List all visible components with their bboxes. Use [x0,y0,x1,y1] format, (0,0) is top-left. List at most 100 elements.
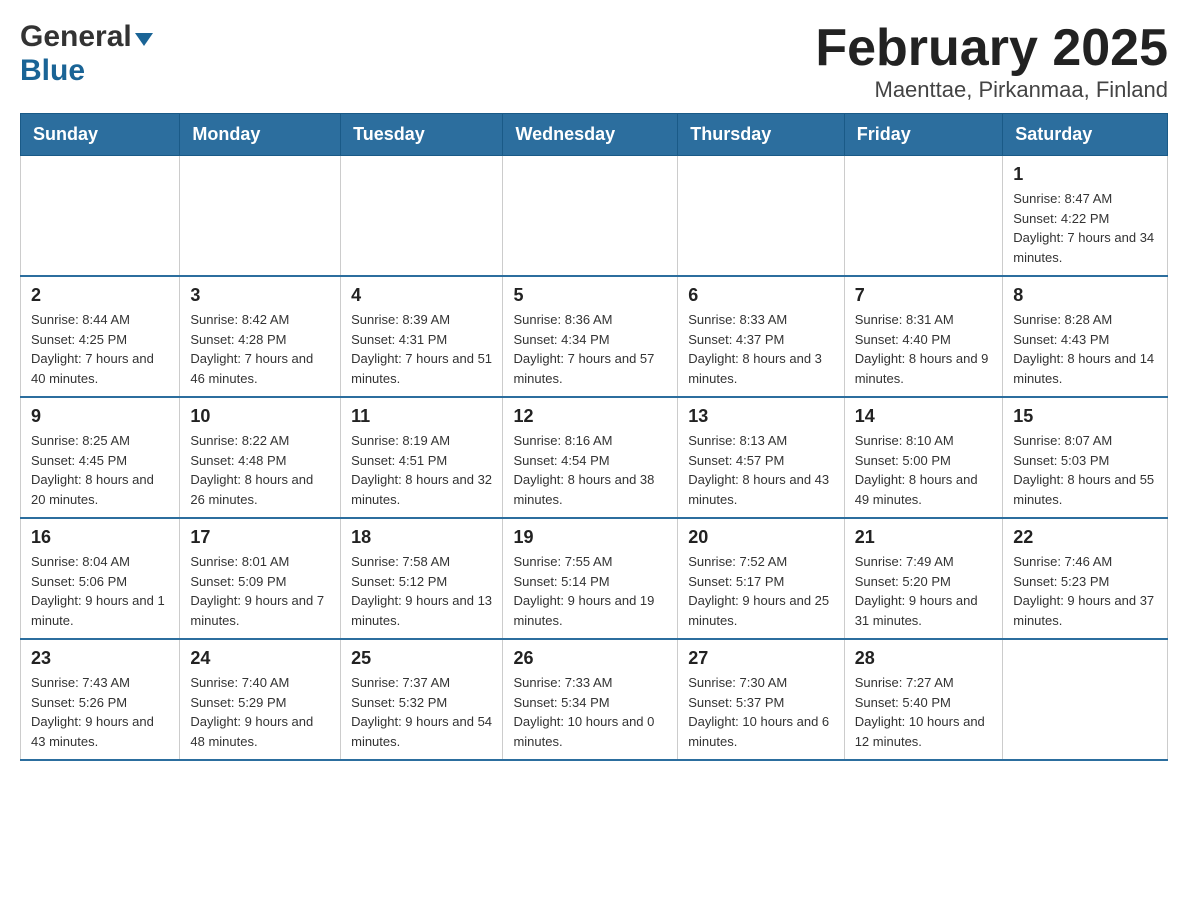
day-info: Sunrise: 7:43 AM Sunset: 5:26 PM Dayligh… [31,673,169,751]
page-header: General Blue February 2025 Maenttae, Pir… [20,20,1168,103]
sunrise-text: Sunrise: 8:25 AM [31,433,130,448]
daylight-text: Daylight: 10 hours and 0 minutes. [513,714,654,749]
calendar-week-row: 23 Sunrise: 7:43 AM Sunset: 5:26 PM Dayl… [21,639,1168,760]
calendar-day-cell: 21 Sunrise: 7:49 AM Sunset: 5:20 PM Dayl… [844,518,1003,639]
daylight-text: Daylight: 9 hours and 31 minutes. [855,593,978,628]
header-sunday: Sunday [21,114,180,156]
sunset-text: Sunset: 5:14 PM [513,574,609,589]
sunrise-text: Sunrise: 7:46 AM [1013,554,1112,569]
calendar-day-cell: 8 Sunrise: 8:28 AM Sunset: 4:43 PM Dayli… [1003,276,1168,397]
day-number: 16 [31,527,169,548]
calendar-day-cell: 15 Sunrise: 8:07 AM Sunset: 5:03 PM Dayl… [1003,397,1168,518]
calendar-day-cell: 23 Sunrise: 7:43 AM Sunset: 5:26 PM Dayl… [21,639,180,760]
sunset-text: Sunset: 5:34 PM [513,695,609,710]
day-number: 20 [688,527,833,548]
day-number: 1 [1013,164,1157,185]
sunrise-text: Sunrise: 8:33 AM [688,312,787,327]
logo-arrow-icon [135,33,153,46]
sunrise-text: Sunrise: 7:43 AM [31,675,130,690]
header-friday: Friday [844,114,1003,156]
sunset-text: Sunset: 4:37 PM [688,332,784,347]
day-number: 15 [1013,406,1157,427]
daylight-text: Daylight: 10 hours and 12 minutes. [855,714,985,749]
sunrise-text: Sunrise: 8:31 AM [855,312,954,327]
header-tuesday: Tuesday [341,114,503,156]
calendar-day-cell: 28 Sunrise: 7:27 AM Sunset: 5:40 PM Dayl… [844,639,1003,760]
daylight-text: Daylight: 10 hours and 6 minutes. [688,714,829,749]
daylight-text: Daylight: 7 hours and 34 minutes. [1013,230,1154,265]
day-info: Sunrise: 8:42 AM Sunset: 4:28 PM Dayligh… [190,310,330,388]
sunset-text: Sunset: 5:12 PM [351,574,447,589]
day-info: Sunrise: 8:13 AM Sunset: 4:57 PM Dayligh… [688,431,833,509]
day-number: 17 [190,527,330,548]
daylight-text: Daylight: 8 hours and 55 minutes. [1013,472,1154,507]
day-number: 9 [31,406,169,427]
sunrise-text: Sunrise: 8:07 AM [1013,433,1112,448]
sunset-text: Sunset: 4:28 PM [190,332,286,347]
sunrise-text: Sunrise: 8:44 AM [31,312,130,327]
calendar-day-cell: 17 Sunrise: 8:01 AM Sunset: 5:09 PM Dayl… [180,518,341,639]
daylight-text: Daylight: 9 hours and 54 minutes. [351,714,492,749]
daylight-text: Daylight: 8 hours and 38 minutes. [513,472,654,507]
daylight-text: Daylight: 7 hours and 40 minutes. [31,351,154,386]
calendar-day-cell: 26 Sunrise: 7:33 AM Sunset: 5:34 PM Dayl… [503,639,678,760]
calendar-title: February 2025 [815,20,1168,77]
sunset-text: Sunset: 4:51 PM [351,453,447,468]
day-number: 25 [351,648,492,669]
logo-general: General [20,20,132,54]
calendar-table: Sunday Monday Tuesday Wednesday Thursday… [20,113,1168,761]
daylight-text: Daylight: 8 hours and 14 minutes. [1013,351,1154,386]
day-number: 24 [190,648,330,669]
day-number: 26 [513,648,667,669]
day-number: 10 [190,406,330,427]
sunset-text: Sunset: 5:37 PM [688,695,784,710]
day-info: Sunrise: 7:46 AM Sunset: 5:23 PM Dayligh… [1013,552,1157,630]
calendar-day-cell [1003,639,1168,760]
day-info: Sunrise: 7:58 AM Sunset: 5:12 PM Dayligh… [351,552,492,630]
day-info: Sunrise: 8:25 AM Sunset: 4:45 PM Dayligh… [31,431,169,509]
daylight-text: Daylight: 7 hours and 46 minutes. [190,351,313,386]
calendar-day-cell: 9 Sunrise: 8:25 AM Sunset: 4:45 PM Dayli… [21,397,180,518]
daylight-text: Daylight: 8 hours and 20 minutes. [31,472,154,507]
calendar-day-cell: 12 Sunrise: 8:16 AM Sunset: 4:54 PM Dayl… [503,397,678,518]
day-info: Sunrise: 8:28 AM Sunset: 4:43 PM Dayligh… [1013,310,1157,388]
sunrise-text: Sunrise: 8:19 AM [351,433,450,448]
sunrise-text: Sunrise: 8:04 AM [31,554,130,569]
sunset-text: Sunset: 4:43 PM [1013,332,1109,347]
daylight-text: Daylight: 9 hours and 13 minutes. [351,593,492,628]
day-number: 8 [1013,285,1157,306]
header-wednesday: Wednesday [503,114,678,156]
calendar-day-cell [844,156,1003,277]
day-info: Sunrise: 8:19 AM Sunset: 4:51 PM Dayligh… [351,431,492,509]
daylight-text: Daylight: 9 hours and 25 minutes. [688,593,829,628]
sunset-text: Sunset: 4:48 PM [190,453,286,468]
calendar-day-cell: 11 Sunrise: 8:19 AM Sunset: 4:51 PM Dayl… [341,397,503,518]
day-number: 7 [855,285,993,306]
sunset-text: Sunset: 4:31 PM [351,332,447,347]
calendar-day-cell: 10 Sunrise: 8:22 AM Sunset: 4:48 PM Dayl… [180,397,341,518]
day-number: 3 [190,285,330,306]
sunset-text: Sunset: 4:54 PM [513,453,609,468]
calendar-day-cell: 6 Sunrise: 8:33 AM Sunset: 4:37 PM Dayli… [678,276,844,397]
day-number: 13 [688,406,833,427]
calendar-day-cell: 2 Sunrise: 8:44 AM Sunset: 4:25 PM Dayli… [21,276,180,397]
daylight-text: Daylight: 8 hours and 43 minutes. [688,472,829,507]
calendar-header-row: Sunday Monday Tuesday Wednesday Thursday… [21,114,1168,156]
sunset-text: Sunset: 4:22 PM [1013,211,1109,226]
sunrise-text: Sunrise: 8:39 AM [351,312,450,327]
calendar-day-cell [503,156,678,277]
sunset-text: Sunset: 5:32 PM [351,695,447,710]
sunset-text: Sunset: 4:34 PM [513,332,609,347]
daylight-text: Daylight: 9 hours and 37 minutes. [1013,593,1154,628]
daylight-text: Daylight: 7 hours and 57 minutes. [513,351,654,386]
day-info: Sunrise: 7:52 AM Sunset: 5:17 PM Dayligh… [688,552,833,630]
day-number: 5 [513,285,667,306]
day-info: Sunrise: 7:55 AM Sunset: 5:14 PM Dayligh… [513,552,667,630]
calendar-day-cell: 18 Sunrise: 7:58 AM Sunset: 5:12 PM Dayl… [341,518,503,639]
header-monday: Monday [180,114,341,156]
calendar-day-cell: 1 Sunrise: 8:47 AM Sunset: 4:22 PM Dayli… [1003,156,1168,277]
daylight-text: Daylight: 8 hours and 9 minutes. [855,351,989,386]
sunrise-text: Sunrise: 8:22 AM [190,433,289,448]
sunset-text: Sunset: 5:40 PM [855,695,951,710]
calendar-day-cell [180,156,341,277]
